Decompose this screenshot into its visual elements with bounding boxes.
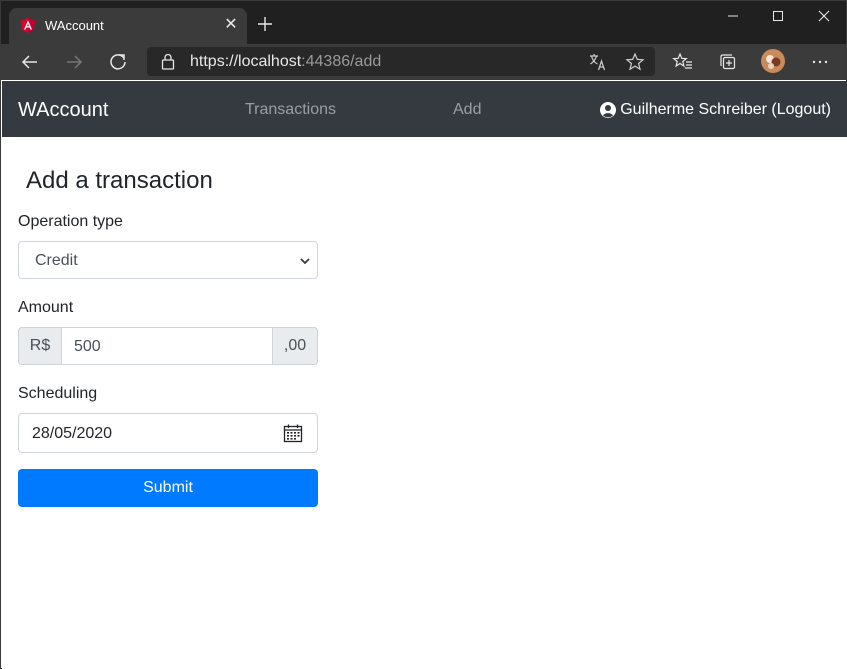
cents-suffix: ,00 <box>272 327 318 365</box>
new-tab-icon[interactable] <box>255 14 275 34</box>
favorites-icon[interactable] <box>672 51 694 73</box>
browser-toolbar: https://localhost:44386/add <box>1 44 846 80</box>
forward-icon[interactable] <box>63 51 85 73</box>
lock-icon[interactable] <box>161 53 175 70</box>
nav-link-add[interactable]: Add <box>453 101 481 119</box>
profile-avatar[interactable] <box>761 49 785 73</box>
angular-icon <box>21 18 35 33</box>
scheduling-date-value: 28/05/2020 <box>32 425 113 442</box>
browser-window: WAccount ✕ https://localhost:44386/add W… <box>0 0 847 669</box>
nav-link-transactions[interactable]: Transactions <box>245 101 336 119</box>
back-icon[interactable] <box>19 51 41 73</box>
close-tab-icon[interactable]: ✕ <box>223 16 239 34</box>
amount-input[interactable]: 500 <box>61 327 273 365</box>
url-path: :44386/add <box>301 53 382 70</box>
page: WAccount Transactions Add Guilherme Schr… <box>2 81 847 669</box>
amount-input-group: R$ 500 ,00 <box>18 327 318 365</box>
minimize-icon[interactable] <box>719 5 747 27</box>
more-options-icon[interactable] <box>809 51 831 73</box>
operation-type-label: Operation type <box>18 213 123 230</box>
url-host: https://localhost <box>190 53 302 70</box>
navbar: WAccount Transactions Add Guilherme Schr… <box>2 81 847 137</box>
favorite-star-icon[interactable] <box>625 52 645 72</box>
scheduling-label: Scheduling <box>18 385 98 402</box>
page-title: Add a transaction <box>26 167 213 194</box>
operation-type-select[interactable]: Credit <box>18 241 318 279</box>
tab-title: WAccount <box>45 18 104 33</box>
tab-bar: WAccount ✕ <box>1 1 846 44</box>
user-logout-link[interactable]: Guilherme Schreiber (Logout) <box>600 101 831 119</box>
user-circle-icon <box>600 102 617 118</box>
collections-icon[interactable] <box>717 51 739 73</box>
chevron-down-icon <box>300 258 310 265</box>
address-bar[interactable]: https://localhost:44386/add <box>147 47 655 76</box>
refresh-icon[interactable] <box>107 51 129 73</box>
translate-icon[interactable] <box>588 52 608 72</box>
browser-tab[interactable]: WAccount ✕ <box>9 8 247 44</box>
navbar-brand[interactable]: WAccount <box>18 99 108 122</box>
user-name: Guilherme Schreiber (Logout) <box>620 101 831 118</box>
amount-value: 500 <box>74 338 101 355</box>
scheduling-date-input[interactable]: 28/05/2020 <box>18 413 318 453</box>
submit-button[interactable]: Submit <box>18 469 318 507</box>
operation-type-value: Credit <box>35 252 78 269</box>
calendar-icon[interactable] <box>283 423 303 443</box>
maximize-icon[interactable] <box>764 5 792 27</box>
close-window-icon[interactable] <box>810 5 838 27</box>
url-text: https://localhost:44386/add <box>190 53 381 71</box>
amount-label: Amount <box>18 299 74 316</box>
currency-prefix: R$ <box>18 327 62 365</box>
